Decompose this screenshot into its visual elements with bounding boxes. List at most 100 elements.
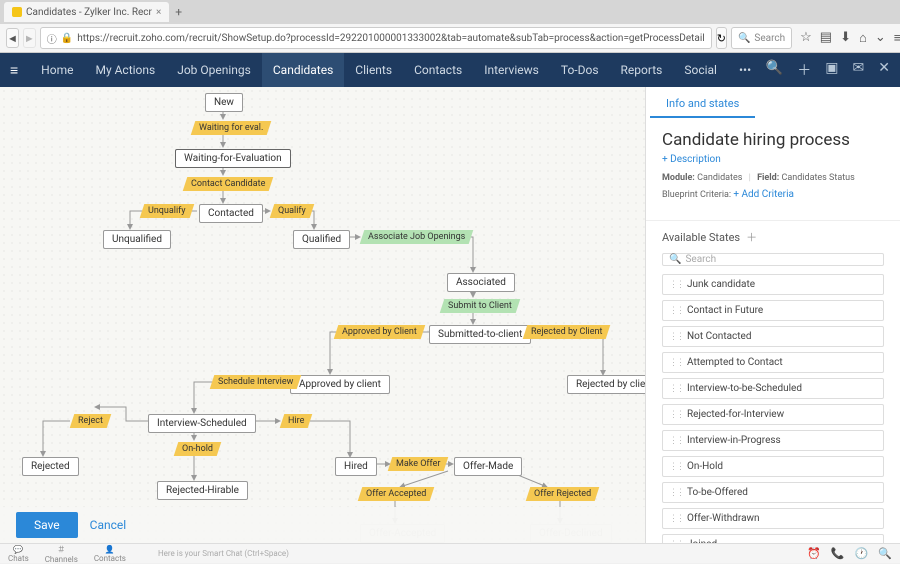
chat-icon: 💬 [13,545,23,554]
pocket-icon[interactable]: ⌄ [875,30,886,46]
new-tab-button[interactable]: + [169,5,188,19]
transition-approved-client[interactable]: Approved by Client [334,325,425,339]
panel-tab-info[interactable]: Info and states [650,87,755,118]
nav-interviews[interactable]: Interviews [473,53,550,87]
transition-schedule-interview[interactable]: Schedule Interview [210,375,302,389]
state-item[interactable]: ⋮⋮Interview-to-be-Scheduled [662,378,884,399]
mail-icon[interactable]: ✉ [853,60,865,80]
browser-tab[interactable]: Candidates - Zylker Inc. Recr × [4,2,169,22]
nav-my-actions[interactable]: My Actions [84,53,166,87]
transition-submit-client[interactable]: Submit to Client [440,299,520,313]
alarm-icon[interactable]: ⏰ [807,547,821,560]
state-item[interactable]: ⋮⋮Interview-in-Progress [662,430,884,451]
tools-icon[interactable]: ✕ [878,60,890,80]
state-waiting-for-evaluation[interactable]: Waiting-for-Evaluation [175,149,291,168]
cancel-button[interactable]: Cancel [90,518,127,532]
state-item[interactable]: ⋮⋮Contact in Future [662,300,884,321]
connector-lines [0,87,645,543]
reload-button[interactable]: ↻ [716,27,727,49]
add-state-icon[interactable]: ＋ [746,229,757,245]
state-item[interactable]: ⋮⋮Attempted to Contact [662,352,884,373]
footer-contacts[interactable]: 👤Contacts [94,545,126,563]
state-submitted-to-client[interactable]: Submitted-to-client [429,325,531,344]
available-states-header: Available States ＋ [646,220,900,249]
app-nav: ≡ Home My Actions Job Openings Candidate… [0,53,900,87]
url-input[interactable]: ⓘ 🔒 https://recruit.zoho.com/recruit/Sho… [40,27,712,49]
state-item[interactable]: ⋮⋮On-Hold [662,456,884,477]
close-tab-icon[interactable]: × [156,7,161,18]
address-bar: ◄ ► ⓘ 🔒 https://recruit.zoho.com/recruit… [0,24,900,52]
state-new[interactable]: New [205,93,243,112]
state-offer-made[interactable]: Offer-Made [454,457,522,476]
search-placeholder: Search [754,33,785,44]
star-icon[interactable]: ☆ [800,30,812,46]
nav-clients[interactable]: Clients [344,53,403,87]
url-text: https://recruit.zoho.com/recruit/ShowSet… [77,33,705,44]
nav-items: Home My Actions Job Openings Candidates … [30,53,762,87]
menu-icon[interactable]: ≡ [894,30,900,46]
transition-on-hold[interactable]: On-hold [174,442,222,456]
search-app-icon[interactable]: 🔍 [766,60,783,80]
transition-reject[interactable]: Reject [70,414,111,428]
nav-more[interactable]: ••• [728,53,762,87]
transition-qualify[interactable]: Qualify [270,204,314,218]
transition-hire[interactable]: Hire [280,414,313,428]
add-description-link[interactable]: + Description [662,154,884,165]
grip-icon: ⋮⋮ [669,488,683,498]
phone-icon[interactable]: 📞 [831,547,845,560]
footer-channels[interactable]: ＃Channels [45,544,78,564]
state-item[interactable]: ⋮⋮Junk candidate [662,274,884,295]
state-item[interactable]: ⋮⋮Not Contacted [662,326,884,347]
state-rejected-hirable[interactable]: Rejected-Hirable [157,481,248,500]
browser-search[interactable]: 🔍 Search [731,27,792,49]
blueprint-canvas[interactable]: New Waiting for eval. Waiting-for-Evalua… [0,87,645,543]
state-approved-by-client[interactable]: Approved by client [290,375,390,394]
back-button[interactable]: ◄ [6,28,19,48]
state-item[interactable]: ⋮⋮Rejected-for-Interview [662,404,884,425]
state-rejected-by-client[interactable]: Rejected by clie [567,375,645,394]
nav-job-openings[interactable]: Job Openings [166,53,262,87]
nav-right-icons: 🔍 ＋ ▣ ✉ ✕ [766,60,890,80]
transition-offer-rejected[interactable]: Offer Rejected [526,487,600,501]
grip-icon: ⋮⋮ [669,306,683,316]
nav-contacts[interactable]: Contacts [403,53,473,87]
download-icon[interactable]: ⬇ [840,30,851,46]
nav-candidates[interactable]: Candidates [262,53,344,87]
transition-unqualify[interactable]: Unqualify [140,204,194,218]
nav-home[interactable]: Home [30,53,84,87]
transition-rejected-client[interactable]: Rejected by Client [523,325,611,339]
transition-make-offer[interactable]: Make Offer [388,457,449,471]
library-icon[interactable]: ▤ [820,30,832,46]
channels-icon: ＃ [57,544,65,555]
state-search-input[interactable]: 🔍 Search [662,253,884,266]
nav-todos[interactable]: To-Dos [550,53,610,87]
footer-chats[interactable]: 💬Chats [8,545,29,563]
state-unqualified[interactable]: Unqualified [103,230,171,249]
state-associated[interactable]: Associated [447,273,515,292]
clock-icon[interactable]: 🕐 [855,547,869,560]
state-hired[interactable]: Hired [335,457,377,476]
transition-waiting-eval[interactable]: Waiting for eval. [191,121,272,135]
transition-contact-candidate[interactable]: Contact Candidate [183,177,274,191]
search-footer-icon[interactable]: 🔍 [878,547,892,560]
state-item[interactable]: ⋮⋮Offer-Withdrawn [662,508,884,529]
state-contacted[interactable]: Contacted [199,204,263,223]
state-item[interactable]: ⋮⋮To-be-Offered [662,482,884,503]
browser-toolbar-icons: ☆ ▤ ⬇ ⌂ ⌄ ≡ [796,30,900,46]
add-icon[interactable]: ＋ [797,60,811,80]
save-button[interactable]: Save [16,512,78,538]
hamburger-icon[interactable]: ≡ [10,62,30,79]
transition-associate-job[interactable]: Associate Job Openings [360,230,474,244]
nav-reports[interactable]: Reports [610,53,674,87]
add-criteria-link[interactable]: + Add Criteria [733,189,794,200]
state-rejected[interactable]: Rejected [22,457,79,476]
calendar-icon[interactable]: ▣ [825,60,838,80]
transition-offer-accepted[interactable]: Offer Accepted [358,487,435,501]
state-qualified[interactable]: Qualified [293,230,350,249]
state-interview-scheduled[interactable]: Interview-Scheduled [148,414,256,433]
state-item[interactable]: ⋮⋮Joined [662,534,884,543]
forward-button[interactable]: ► [23,28,36,48]
home-icon[interactable]: ⌂ [859,30,867,46]
criteria-label: Blueprint Criteria: [662,190,731,200]
nav-social[interactable]: Social [673,53,728,87]
